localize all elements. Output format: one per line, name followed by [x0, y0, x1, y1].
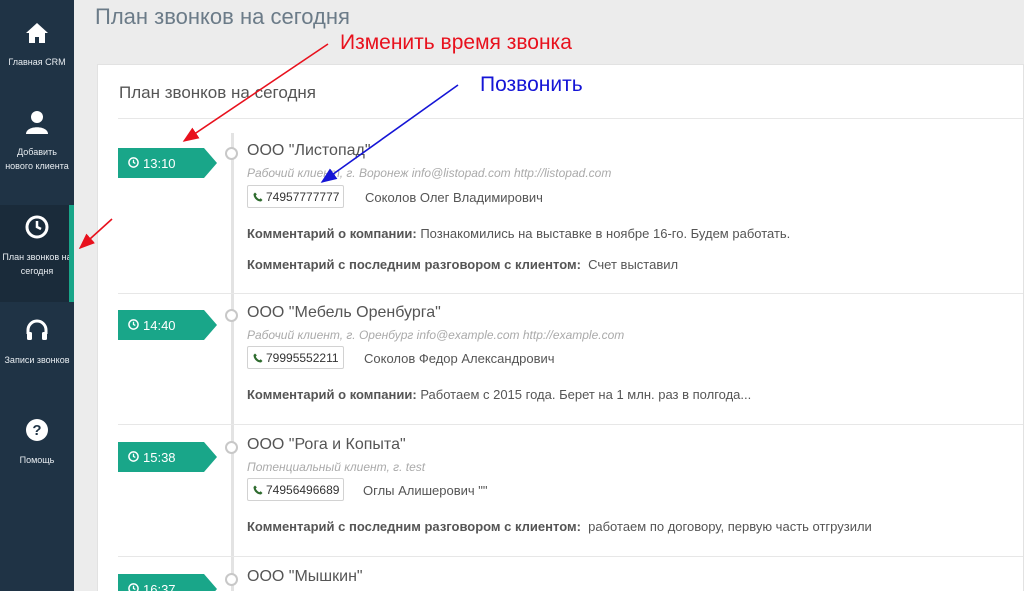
- call-button[interactable]: 74957777777: [247, 185, 345, 208]
- sidebar-item-label: Добавить нового клиента: [5, 147, 69, 171]
- client-meta: Рабочий клиент, г. Оренбург info@example…: [247, 328, 625, 342]
- call-time: 13:10: [143, 155, 176, 171]
- company-name: ООО "Рога и Копыта": [247, 436, 406, 453]
- sidebar-item-label: Главная CRM: [8, 57, 66, 67]
- last-call-comment-label: Комментарий с последним разговором с кли…: [247, 519, 581, 534]
- sidebar-item-label: План звонков на сегодня: [2, 252, 72, 276]
- panel-title: План звонков на сегодня: [119, 83, 316, 102]
- phone-number: 74957777777: [266, 189, 340, 204]
- company-comment-label: Комментарий о компании:: [247, 387, 417, 402]
- page-title: План звонков на сегодня: [95, 4, 350, 29]
- call-time-badge[interactable]: 14:40: [118, 310, 217, 340]
- divider: [118, 424, 1023, 425]
- company-comment: Комментарий о компании: Работаем с 2015 …: [247, 387, 751, 402]
- annotation-change-time: Изменить время звонка: [340, 31, 572, 54]
- company-comment: Комментарий о компании: Познакомились на…: [247, 226, 790, 241]
- client-meta: Рабочий клиент, г. Воронеж info@listopad…: [247, 166, 612, 180]
- clock-icon: [25, 215, 49, 244]
- phone-number: 79995552211: [266, 350, 339, 365]
- timeline-dot: [225, 147, 238, 160]
- last-call-comment: Комментарий с последним разговором с кли…: [247, 257, 678, 272]
- svg-text:?: ?: [32, 422, 41, 439]
- phone-icon: [253, 192, 263, 201]
- timeline-dot: [225, 309, 238, 322]
- sidebar-item-add-client[interactable]: Добавить нового клиента: [0, 110, 74, 173]
- user-icon: [25, 110, 49, 139]
- company-name: ООО "Мышкин": [247, 568, 363, 585]
- timeline-dot: [225, 573, 238, 586]
- call-time-badge[interactable]: 15:38: [118, 442, 217, 472]
- clock-icon: [128, 450, 139, 465]
- phone-icon: [253, 353, 263, 362]
- home-icon: [25, 22, 49, 49]
- last-call-comment-label: Комментарий с последним разговором с кли…: [247, 257, 581, 272]
- sidebar-item-label: Записи звонков: [4, 355, 70, 365]
- phone-icon: [253, 485, 263, 494]
- timeline-line: [231, 133, 234, 591]
- client-meta: Потенциальный клиент, г. test: [247, 460, 426, 474]
- phone-number: 74956496689: [266, 482, 340, 497]
- company-comment-text: Познакомились на выставке в ноябре 16-го…: [420, 226, 791, 241]
- contact-name: Соколов Олег Владимирович: [365, 190, 543, 205]
- call-button[interactable]: 79995552211: [247, 346, 344, 369]
- sidebar: Главная CRM Добавить нового клиента План…: [0, 0, 74, 591]
- sidebar-item-help[interactable]: ? Помощь: [0, 418, 74, 467]
- call-time-badge[interactable]: 16:37: [118, 574, 217, 591]
- sidebar-item-label: Помощь: [19, 455, 55, 465]
- company-comment-text: Работаем с 2015 года. Берет на 1 млн. ра…: [420, 387, 752, 402]
- company-name: ООО "Мебель Оренбурга": [247, 304, 441, 321]
- clock-icon: [128, 318, 139, 333]
- sidebar-item-recordings[interactable]: Записи звонков: [0, 318, 74, 367]
- timeline-dot: [225, 441, 238, 454]
- divider: [118, 118, 1023, 119]
- annotation-call: Позвонить: [480, 73, 583, 96]
- last-call-comment-text: Счет выставил: [588, 257, 679, 272]
- clock-icon: [128, 156, 139, 171]
- sidebar-item-call-plan[interactable]: План звонков на сегодня: [0, 205, 74, 302]
- call-time-badge[interactable]: 13:10: [118, 148, 217, 178]
- call-time: 16:37: [143, 581, 176, 591]
- company-comment-label: Комментарий о компании:: [247, 226, 417, 241]
- contact-name: Оглы Алишерович "": [363, 483, 488, 498]
- clock-icon: [128, 582, 139, 591]
- contact-name: Соколов Федор Александрович: [364, 351, 555, 366]
- last-call-comment: Комментарий с последним разговором с кли…: [247, 519, 872, 534]
- question-icon: ?: [25, 418, 49, 447]
- divider: [118, 556, 1023, 557]
- sidebar-item-home[interactable]: Главная CRM: [0, 22, 74, 69]
- call-button[interactable]: 74956496689: [247, 478, 345, 501]
- call-time: 15:38: [143, 449, 176, 465]
- call-plan-panel: План звонков на сегодня 13:10 ООО "Листо…: [97, 64, 1024, 591]
- divider: [118, 293, 1023, 294]
- last-call-comment-text: работаем по договору, первую часть отгру…: [588, 519, 872, 534]
- headphones-icon: [25, 318, 49, 347]
- call-time: 14:40: [143, 317, 176, 333]
- company-name: ООО "Листопад": [247, 142, 371, 159]
